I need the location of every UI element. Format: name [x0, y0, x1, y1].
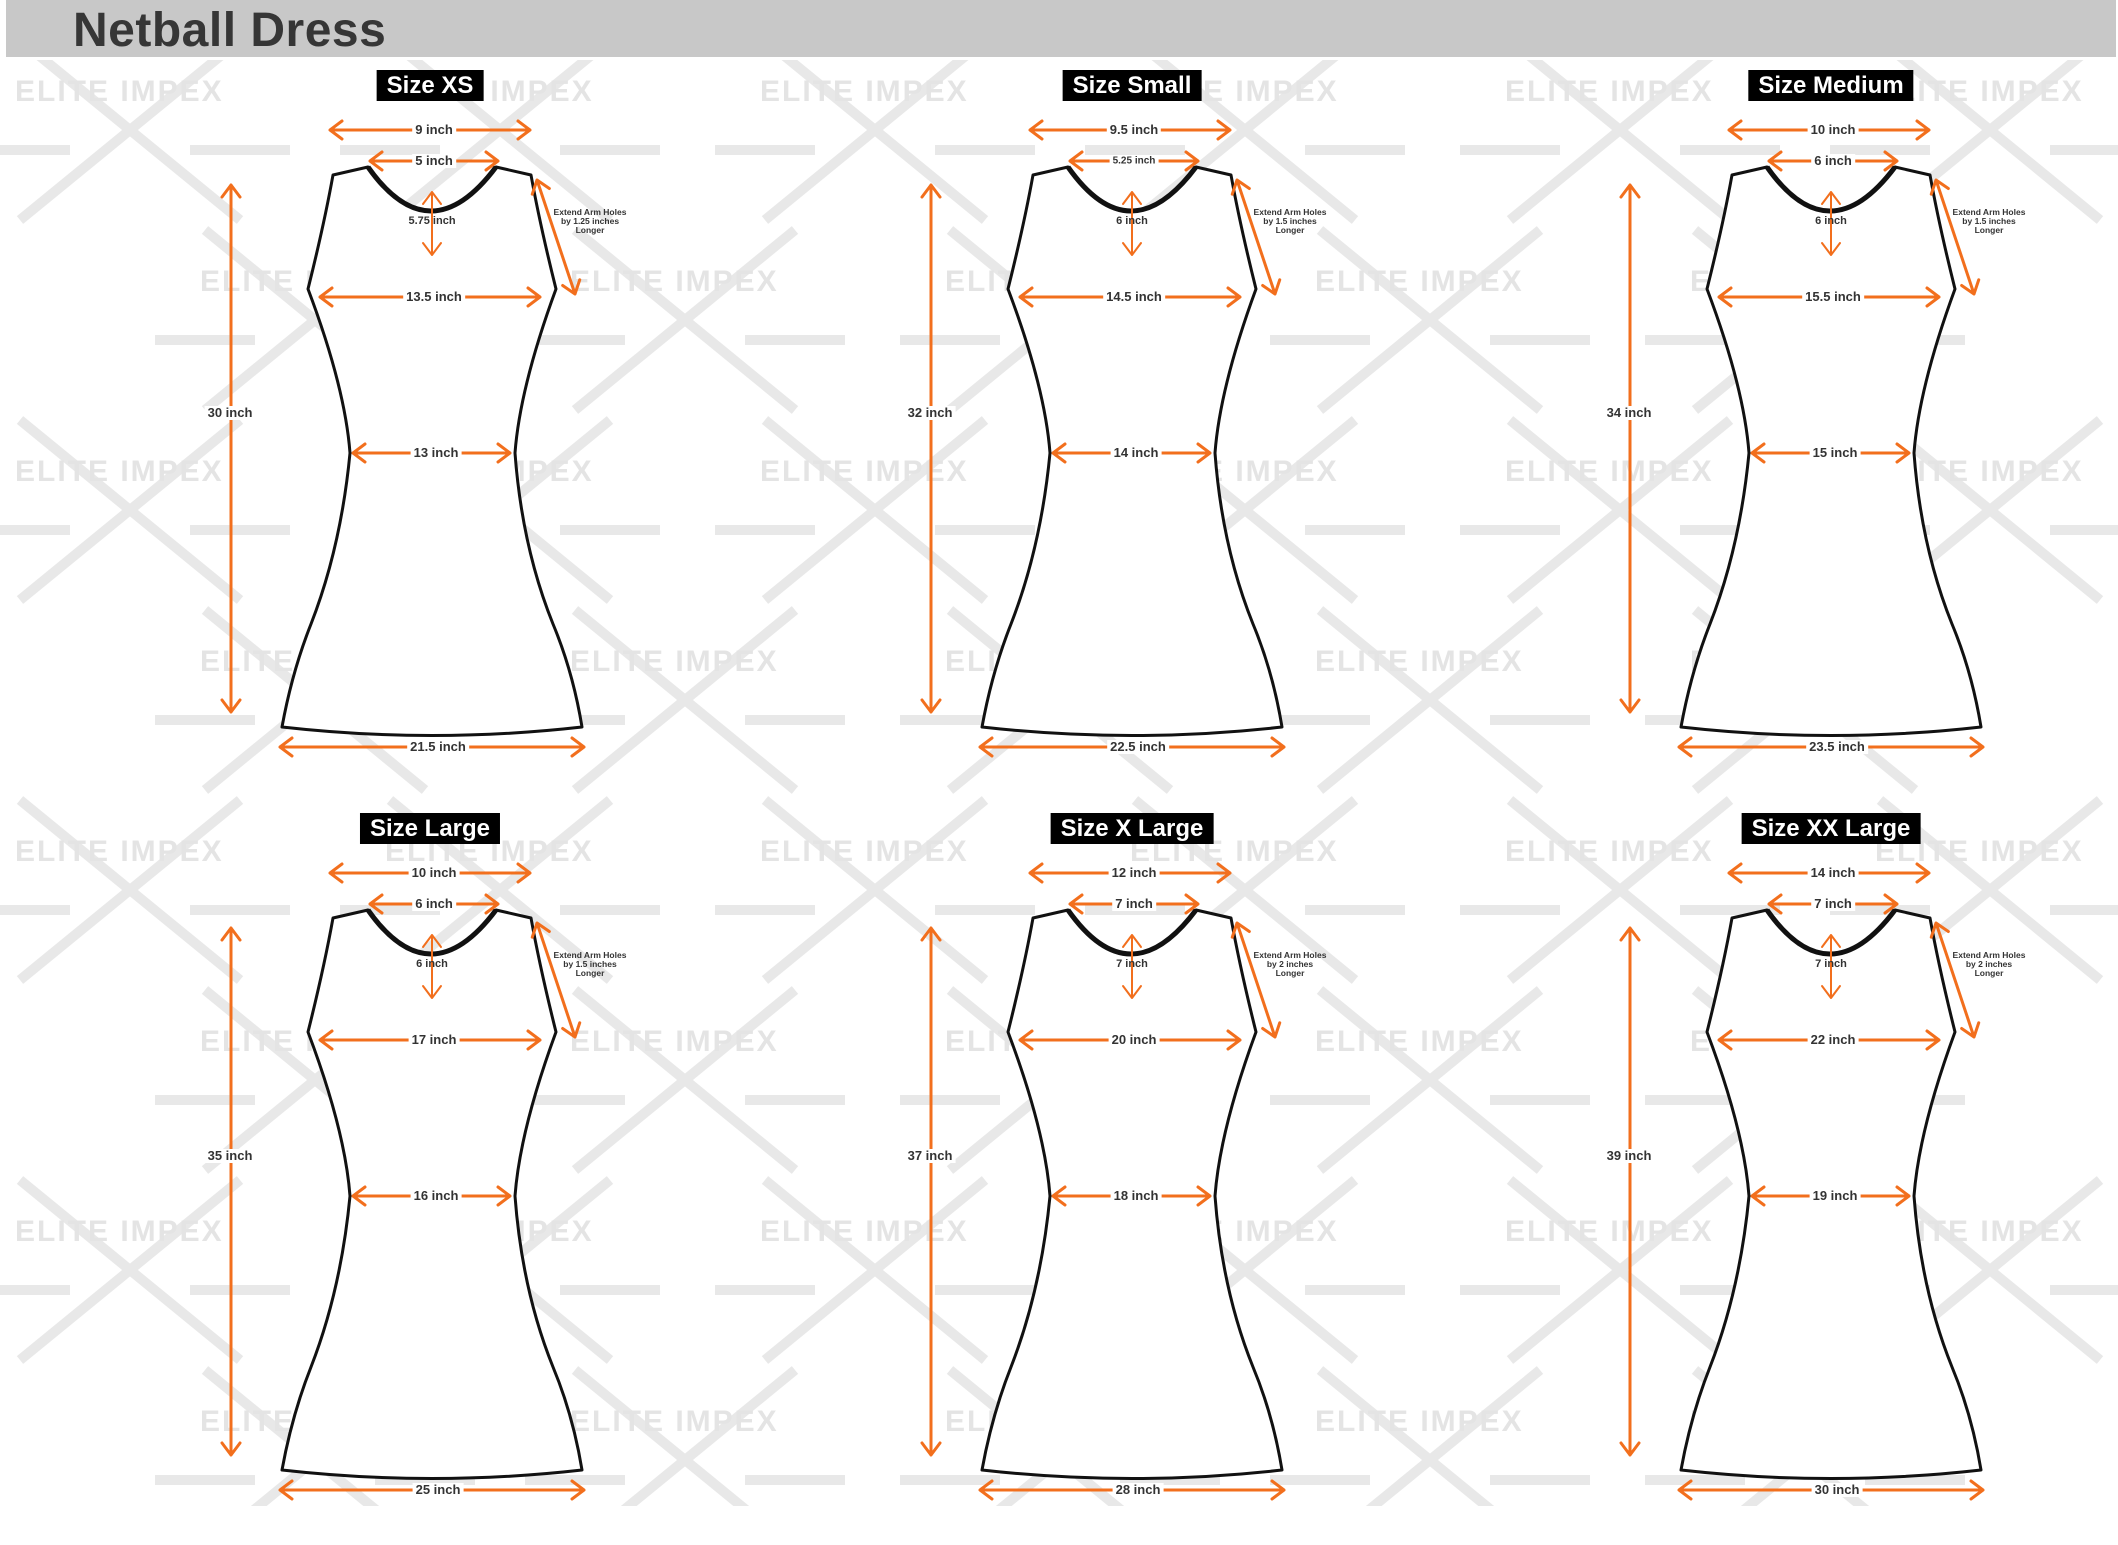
armhole-note: Extend Arm Holes by 2 inches Longer: [1253, 950, 1327, 978]
chest-label: 14.5 inch: [1103, 290, 1165, 304]
neck-width-label: 7 inch: [1112, 897, 1156, 911]
hem-label: 30 inch: [1811, 1483, 1863, 1497]
size-label: Size XS: [376, 70, 484, 101]
size-label: Size X Large: [1050, 813, 1214, 844]
dress-diagram: [220, 862, 586, 1501]
length-label: 39 inch: [1603, 1149, 1655, 1163]
length-arrow: [220, 183, 242, 714]
waist-label: 15 inch: [1809, 446, 1861, 460]
hem-label: 25 inch: [412, 1483, 464, 1497]
dress-diagram: [920, 119, 1286, 758]
size-card: Size XS 9 inch 5 inch 5.75 inch 13.5 inch 30 …: [0, 57, 700, 802]
dress-diagram: [1619, 862, 1985, 1501]
armhole-note: Extend Arm Holes by 1.5 inches Longer: [1952, 207, 2026, 235]
hem-label: 22.5 inch: [1107, 740, 1169, 754]
shoulder-label: 9 inch: [412, 123, 456, 137]
length-label: 37 inch: [904, 1149, 956, 1163]
length-arrow: [1619, 183, 1641, 714]
length-label: 35 inch: [204, 1149, 256, 1163]
chest-label: 13.5 inch: [403, 290, 465, 304]
neck-width-label: 6 inch: [412, 897, 456, 911]
shoulder-label: 9.5 inch: [1106, 123, 1162, 137]
chest-label: 17 inch: [408, 1033, 460, 1047]
neck-width-label: 5 inch: [412, 154, 456, 168]
size-card: Size X Large 12 inch 7 inch 7 inch 20 inch 37…: [700, 800, 1400, 1545]
neck-depth-label: 7 inch: [1815, 958, 1847, 970]
waist-label: 14 inch: [1110, 446, 1162, 460]
shoulder-label: 10 inch: [408, 866, 460, 880]
length-arrow: [1619, 926, 1641, 1457]
neck-depth-label: 6 inch: [416, 958, 448, 970]
waist-label: 13 inch: [410, 446, 462, 460]
hem-label: 23.5 inch: [1806, 740, 1868, 754]
size-card: Size XX Large 14 inch 7 inch 7 inch 22 inch 3…: [1399, 800, 2099, 1545]
dress-diagram: [220, 119, 586, 758]
length-arrow: [920, 926, 942, 1457]
size-card: Size Small 9.5 inch 5.25 inch 6 inch 14.5 in…: [700, 57, 1400, 802]
length-arrow: [220, 926, 242, 1457]
waist-label: 18 inch: [1110, 1189, 1162, 1203]
chest-label: 20 inch: [1108, 1033, 1160, 1047]
neck-width-label: 7 inch: [1811, 897, 1855, 911]
shoulder-label: 10 inch: [1807, 123, 1859, 137]
size-card: Size Medium 10 inch 6 inch 6 inch 15.5 inch 3…: [1399, 57, 2099, 802]
waist-label: 16 inch: [410, 1189, 462, 1203]
neck-depth-label: 6 inch: [1815, 215, 1847, 227]
armhole-note: Extend Arm Holes by 1.5 inches Longer: [1253, 207, 1327, 235]
neck-width-label: 6 inch: [1811, 154, 1855, 168]
chest-label: 15.5 inch: [1802, 290, 1864, 304]
dress-diagram: [920, 862, 1286, 1501]
armhole-note: Extend Arm Holes by 1.25 inches Longer: [553, 207, 627, 235]
length-label: 34 inch: [1603, 406, 1655, 420]
neck-depth-label: 7 inch: [1116, 958, 1148, 970]
waist-label: 19 inch: [1809, 1189, 1861, 1203]
size-label: Size Medium: [1748, 70, 1914, 101]
size-label: Size Large: [359, 813, 501, 844]
neck-width-label: 5.25 inch: [1109, 155, 1159, 167]
length-label: 32 inch: [904, 406, 956, 420]
shoulder-label: 14 inch: [1807, 866, 1859, 880]
length-arrow: [920, 183, 942, 714]
length-label: 30 inch: [204, 406, 256, 420]
neck-depth-label: 6 inch: [1116, 215, 1148, 227]
size-chart-grid: Size XS 9 inch 5 inch 5.75 inch 13.5 inch 30 …: [0, 0, 2118, 1506]
size-label: Size XX Large: [1741, 813, 1921, 844]
armhole-note: Extend Arm Holes by 2 inches Longer: [1952, 950, 2026, 978]
hem-label: 28 inch: [1112, 1483, 1164, 1497]
dress-diagram: [1619, 119, 1985, 758]
neck-depth-label: 5.75 inch: [408, 215, 456, 227]
shoulder-label: 12 inch: [1108, 866, 1160, 880]
size-card: Size Large 10 inch 6 inch 6 inch 17 inch 35 i…: [0, 800, 700, 1545]
size-label: Size Small: [1062, 70, 1202, 101]
armhole-note: Extend Arm Holes by 1.5 inches Longer: [553, 950, 627, 978]
chest-label: 22 inch: [1807, 1033, 1859, 1047]
hem-label: 21.5 inch: [407, 740, 469, 754]
